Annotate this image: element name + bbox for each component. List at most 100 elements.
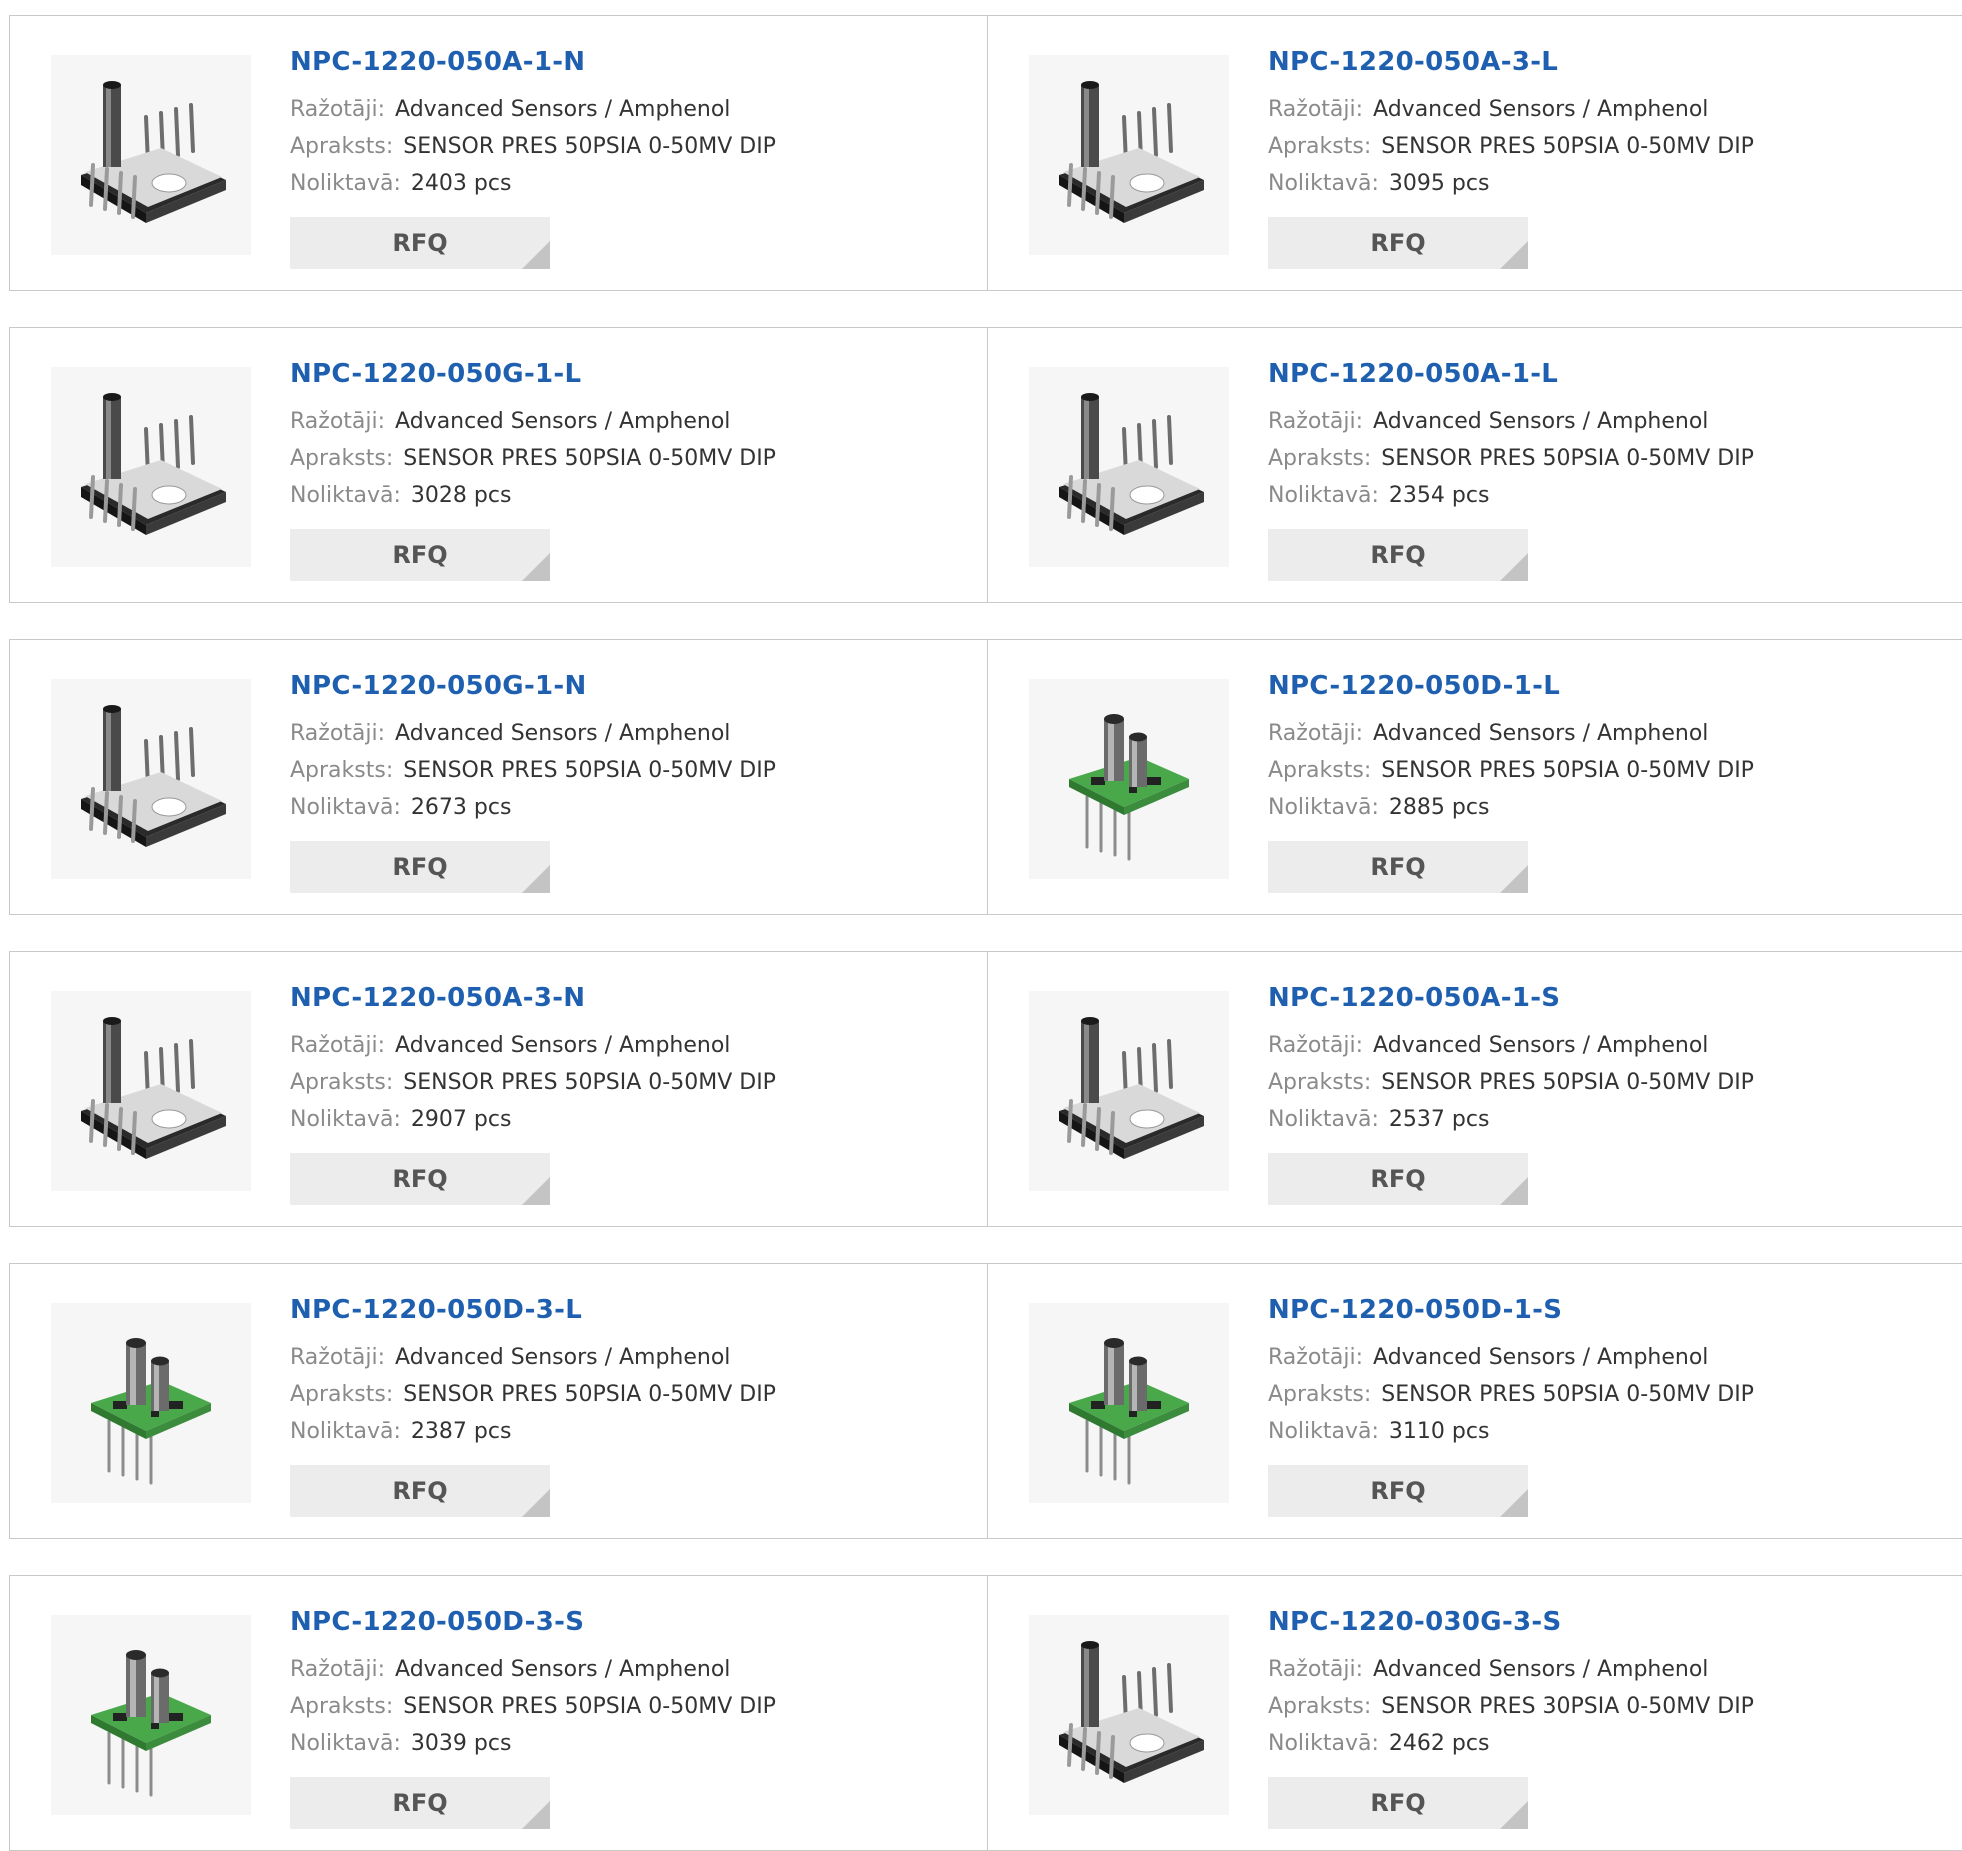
description-row: Apraksts: SENSOR PRES 50PSIA 0-50MV DIP [290,1694,776,1719]
product-card: NPC-1220-050D-3-L Ražotāji: Advanced Senso… [9,1263,988,1539]
description-label: Apraksts: [290,134,394,159]
product-image[interactable] [1029,991,1229,1191]
rfq-button[interactable]: RFQ [290,841,550,893]
product-image[interactable] [1029,679,1229,879]
manufacturer-row: Ražotāji: Advanced Sensors / Amphenol [1268,1657,1708,1682]
dip-sensor-single-port-icon [1029,55,1229,255]
rfq-button[interactable]: RFQ [1268,841,1528,893]
stock-value: 2354 pcs [1388,483,1490,508]
rfq-button[interactable]: RFQ [1268,1153,1528,1205]
manufacturer-label: Ražotāji: [1268,97,1364,122]
product-part-number-link[interactable]: NPC-1220-050A-1-N [290,47,585,77]
product-image[interactable] [51,679,251,879]
rfq-button[interactable]: RFQ [1268,1777,1528,1829]
description-label: Apraksts: [1268,1694,1372,1719]
corner-triangle-icon [1500,1801,1528,1829]
rfq-button-label: RFQ [392,1165,448,1193]
manufacturer-value: Advanced Sensors / Amphenol [1373,1657,1709,1682]
description-label: Apraksts: [1268,1070,1372,1095]
product-part-number-link[interactable]: NPC-1220-050A-1-L [1268,359,1558,389]
product-image[interactable] [51,1303,251,1503]
description-value: SENSOR PRES 50PSIA 0-50MV DIP [403,1694,776,1719]
stock-label: Noliktavā: [1268,1419,1379,1444]
product-image[interactable] [1029,1303,1229,1503]
rfq-button[interactable]: RFQ [1268,529,1528,581]
description-label: Apraksts: [290,1382,394,1407]
manufacturer-row: Ražotāji: Advanced Sensors / Amphenol [290,721,730,746]
description-value: SENSOR PRES 50PSIA 0-50MV DIP [403,1382,776,1407]
rfq-button[interactable]: RFQ [290,217,550,269]
stock-row: Noliktavā: 3110 pcs [1268,1419,1489,1444]
stock-row: Noliktavā: 2387 pcs [290,1419,511,1444]
dip-sensor-single-port-icon [1029,991,1229,1191]
product-part-number-link[interactable]: NPC-1220-050A-1-S [1268,983,1560,1013]
product-part-number-link[interactable]: NPC-1220-050D-3-L [290,1295,582,1325]
rfq-button-label: RFQ [392,229,448,257]
corner-triangle-icon [1500,865,1528,893]
dip-sensor-single-port-icon [51,367,251,567]
product-part-number-link[interactable]: NPC-1220-050D-1-L [1268,671,1560,701]
description-row: Apraksts: SENSOR PRES 50PSIA 0-50MV DIP [290,134,776,159]
rfq-button[interactable]: RFQ [1268,1465,1528,1517]
manufacturer-label: Ražotāji: [1268,1657,1364,1682]
rfq-button[interactable]: RFQ [290,1777,550,1829]
description-value: SENSOR PRES 50PSIA 0-50MV DIP [403,446,776,471]
description-row: Apraksts: SENSOR PRES 50PSIA 0-50MV DIP [1268,446,1754,471]
rfq-button-label: RFQ [392,1477,448,1505]
product-card: NPC-1220-050A-3-L Ražotāji: Advanced Senso… [987,15,1962,291]
rfq-button[interactable]: RFQ [290,1153,550,1205]
manufacturer-label: Ražotāji: [290,409,386,434]
product-part-number-link[interactable]: NPC-1220-050D-3-S [290,1607,584,1637]
corner-triangle-icon [522,1489,550,1517]
product-card: NPC-1220-050G-1-L Ražotāji: Advanced Senso… [9,327,988,603]
manufacturer-row: Ražotāji: Advanced Sensors / Amphenol [1268,409,1708,434]
rfq-button-label: RFQ [1370,853,1426,881]
stock-row: Noliktavā: 2462 pcs [1268,1731,1489,1756]
manufacturer-row: Ražotāji: Advanced Sensors / Amphenol [290,1345,730,1370]
product-card: NPC-1220-030G-3-S Ražotāji: Advanced Senso… [987,1575,1962,1851]
product-part-number-link[interactable]: NPC-1220-050G-1-N [290,671,587,701]
rfq-button[interactable]: RFQ [290,1465,550,1517]
rfq-button-label: RFQ [392,541,448,569]
stock-label: Noliktavā: [1268,483,1379,508]
rfq-button-label: RFQ [1370,1165,1426,1193]
rfq-button[interactable]: RFQ [290,529,550,581]
product-card: NPC-1220-050A-1-S Ražotāji: Advanced Senso… [987,951,1962,1227]
product-part-number-link[interactable]: NPC-1220-030G-3-S [1268,1607,1562,1637]
product-image[interactable] [51,367,251,567]
rfq-button-label: RFQ [392,853,448,881]
stock-label: Noliktavā: [290,483,401,508]
stock-label: Noliktavā: [1268,795,1379,820]
manufacturer-row: Ražotāji: Advanced Sensors / Amphenol [1268,1345,1708,1370]
product-image[interactable] [51,991,251,1191]
stock-value: 2462 pcs [1388,1731,1490,1756]
description-value: SENSOR PRES 50PSIA 0-50MV DIP [1381,1070,1754,1095]
stock-row: Noliktavā: 2885 pcs [1268,795,1489,820]
rfq-button[interactable]: RFQ [1268,217,1528,269]
manufacturer-label: Ražotāji: [1268,409,1364,434]
product-part-number-link[interactable]: NPC-1220-050D-1-S [1268,1295,1562,1325]
product-image[interactable] [1029,55,1229,255]
stock-row: Noliktavā: 2403 pcs [290,171,511,196]
manufacturer-value: Advanced Sensors / Amphenol [395,1033,731,1058]
manufacturer-value: Advanced Sensors / Amphenol [395,1345,731,1370]
dip-sensor-single-port-icon [51,991,251,1191]
product-part-number-link[interactable]: NPC-1220-050G-1-L [290,359,581,389]
dual-port-pcb-sensor-icon [51,1303,251,1503]
corner-triangle-icon [522,1177,550,1205]
stock-row: Noliktavā: 2907 pcs [290,1107,511,1132]
corner-triangle-icon [1500,241,1528,269]
product-card: NPC-1220-050G-1-N Ražotāji: Advanced Senso… [9,639,988,915]
product-image[interactable] [1029,1615,1229,1815]
product-image[interactable] [51,55,251,255]
product-card: NPC-1220-050A-3-N Ražotāji: Advanced Senso… [9,951,988,1227]
manufacturer-row: Ražotāji: Advanced Sensors / Amphenol [1268,721,1708,746]
manufacturer-value: Advanced Sensors / Amphenol [395,97,731,122]
product-part-number-link[interactable]: NPC-1220-050A-3-L [1268,47,1558,77]
product-image[interactable] [51,1615,251,1815]
product-image[interactable] [1029,367,1229,567]
description-row: Apraksts: SENSOR PRES 50PSIA 0-50MV DIP [290,1382,776,1407]
stock-value: 2537 pcs [1388,1107,1490,1132]
product-part-number-link[interactable]: NPC-1220-050A-3-N [290,983,585,1013]
corner-triangle-icon [522,241,550,269]
